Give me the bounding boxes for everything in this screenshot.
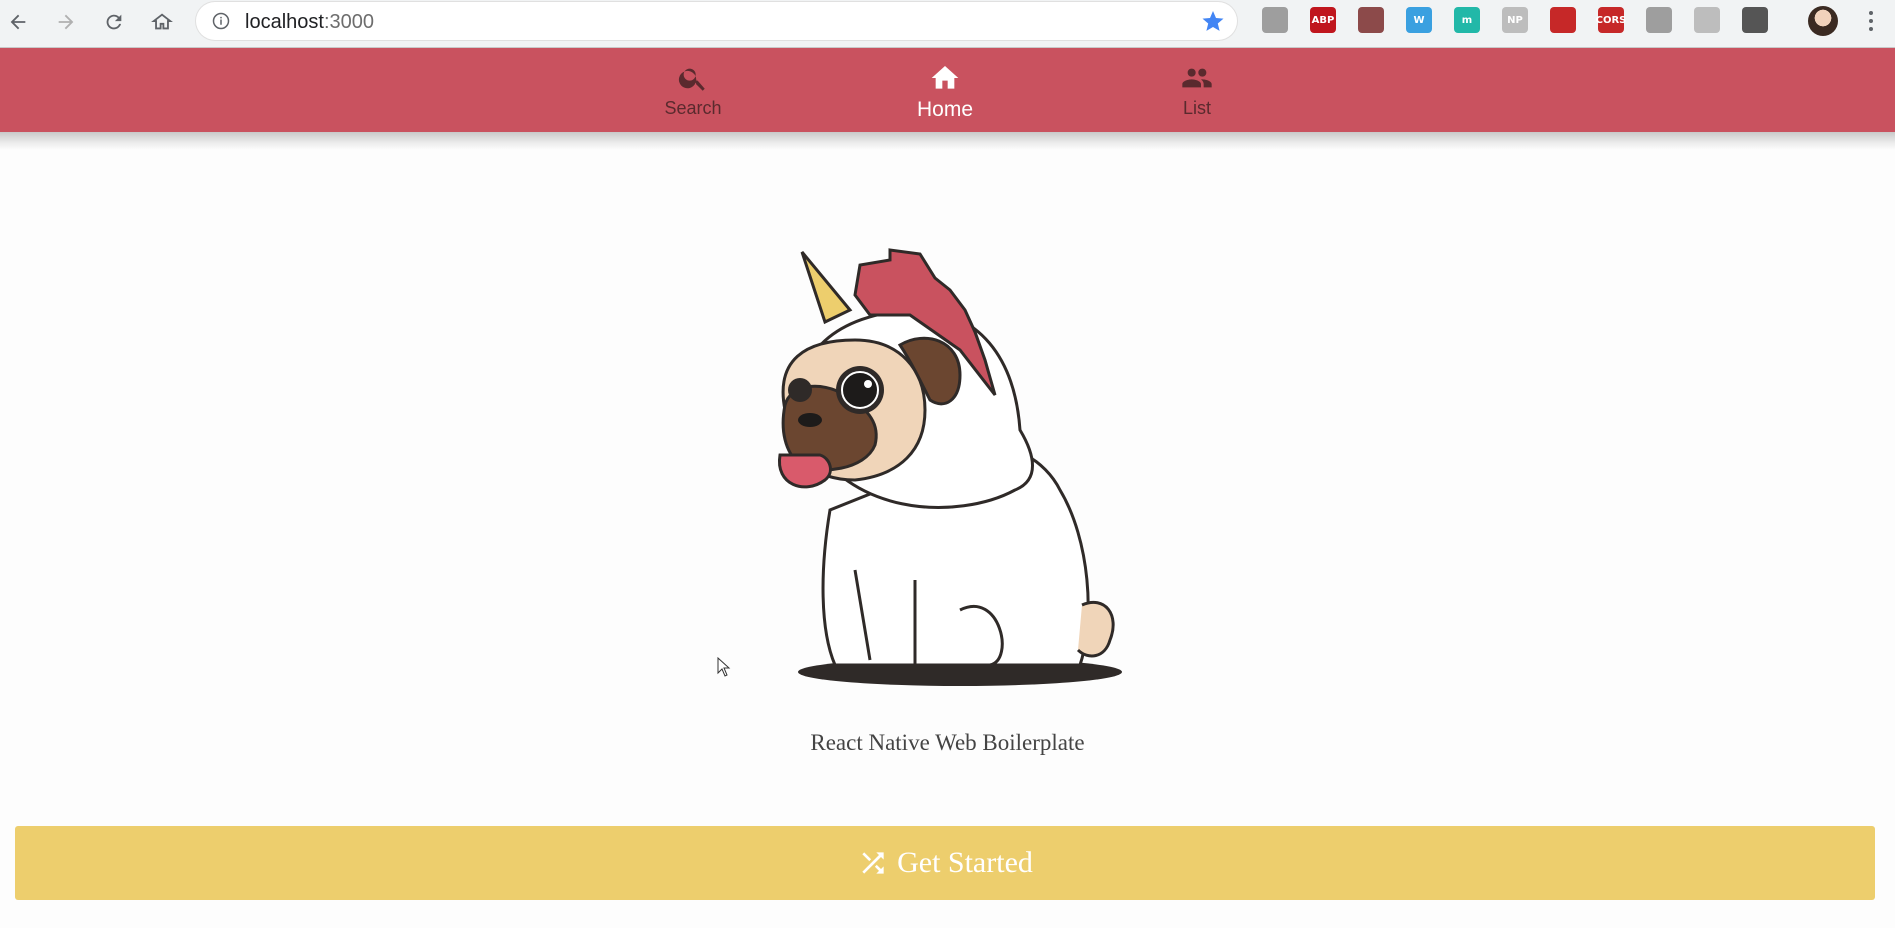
extension-w-icon[interactable]: W	[1406, 7, 1432, 33]
info-icon	[212, 12, 230, 30]
tab-search-label: Search	[664, 98, 722, 118]
shuffle-icon	[862, 852, 884, 874]
get-started-button[interactable]: Get Started	[15, 826, 1875, 900]
tab-bar: Search Home List	[0, 48, 1895, 132]
get-started-label: Get Started	[897, 846, 1033, 879]
forward-icon	[58, 14, 74, 30]
back-button[interactable]	[2, 6, 34, 38]
reload-icon	[106, 14, 122, 30]
tab-list-label: List	[1182, 98, 1211, 118]
extension-pdf-icon[interactable]	[1358, 7, 1384, 33]
tab-search[interactable]: Search	[623, 62, 763, 128]
address-bar[interactable]: localhost:3000	[196, 2, 1237, 40]
search-icon	[678, 68, 705, 91]
extension-np-icon[interactable]: NP	[1502, 7, 1528, 33]
extension-m-icon[interactable]: m	[1454, 7, 1480, 33]
unicorn-pug-illustration	[778, 248, 1122, 686]
extension-gray-icon[interactable]	[1262, 7, 1288, 33]
home-icon	[151, 13, 173, 30]
tab-home-label: Home	[916, 98, 974, 121]
home-icon	[931, 66, 959, 89]
browser-toolbar: localhost:3000 ABP Wm NP CORS	[0, 0, 1895, 48]
tab-bar-shadow	[0, 132, 1895, 150]
profile-avatar[interactable]	[1808, 6, 1838, 36]
menu-dots-icon	[1869, 11, 1873, 15]
extension-abp-icon[interactable]: ABP	[1310, 7, 1336, 33]
menu-button[interactable]	[1858, 8, 1884, 34]
extension-dots-icon[interactable]	[1646, 7, 1672, 33]
mouse-cursor-icon	[717, 657, 731, 677]
back-icon	[10, 14, 26, 30]
bookmark-star-icon[interactable]	[1201, 9, 1225, 33]
extension-red-icon[interactable]	[1550, 7, 1576, 33]
forward-button[interactable]	[50, 6, 82, 38]
tagline: React Native Web Boilerplate	[810, 730, 1085, 755]
extension-camera-icon[interactable]	[1694, 7, 1720, 33]
tab-home[interactable]: Home	[875, 62, 1015, 128]
extension-cors-icon[interactable]: CORS	[1596, 7, 1626, 33]
tab-list[interactable]: List	[1127, 62, 1267, 128]
url-text: localhost:3000	[245, 11, 374, 34]
url-host: localhost	[245, 11, 324, 33]
extension-basket-icon[interactable]	[1742, 7, 1768, 33]
url-port: :3000	[323, 11, 374, 33]
reload-button[interactable]	[98, 6, 130, 38]
people-icon	[1182, 68, 1212, 88]
home-button[interactable]	[146, 6, 178, 38]
